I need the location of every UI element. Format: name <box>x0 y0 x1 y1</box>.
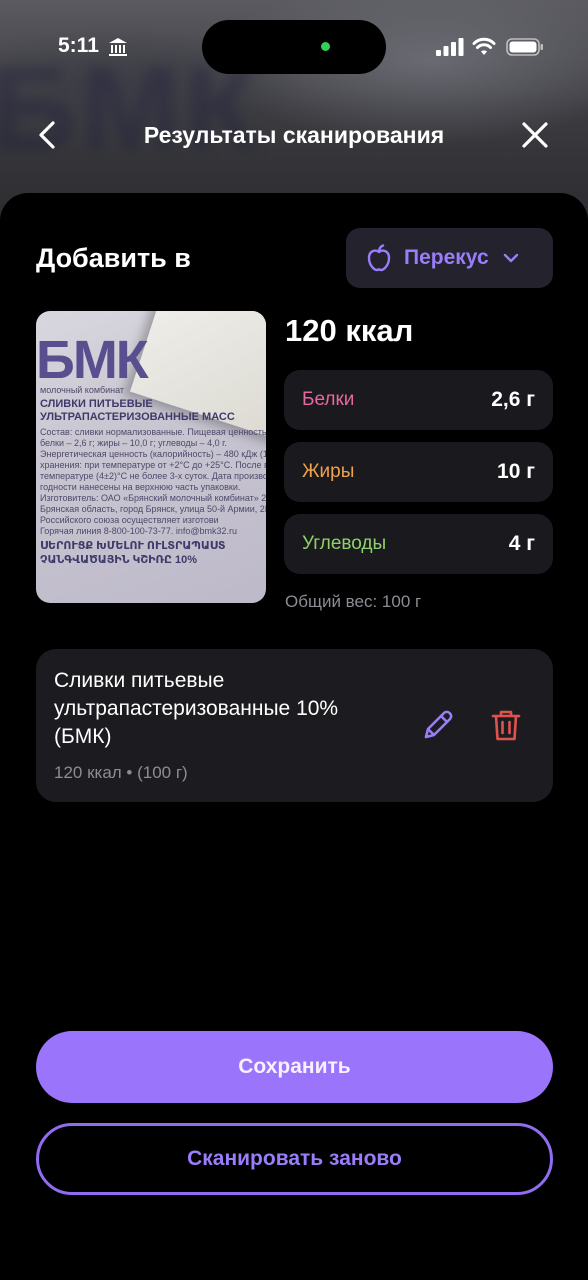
bank-icon <box>109 38 127 56</box>
product-photo: БМК молочный комбинат СЛИВКИ ПИТЬЕВЫЕ УЛ… <box>36 311 266 603</box>
pencil-icon[interactable] <box>420 707 456 743</box>
macro-name: Белки <box>302 389 355 410</box>
package-text: белки – 2,6 г; жиры – 10,0 г; углеводы –… <box>40 438 227 448</box>
total-weight: Общий вес: 100 г <box>285 592 422 611</box>
package-text: Изготовитель: ОАО «Брянский молочный ком… <box>40 493 266 503</box>
meal-type-dropdown[interactable]: Перекус <box>346 228 553 288</box>
camera-indicator-dot <box>321 42 330 51</box>
package-text: Горячая линия 8-800-100-73-77. info@bmk3… <box>40 526 237 536</box>
macro-protein: Белки 2,6 г <box>284 370 553 430</box>
package-fold <box>130 311 266 445</box>
battery-icon <box>506 38 543 56</box>
page-title: Результаты сканирования <box>143 122 445 148</box>
save-button[interactable]: Сохранить <box>36 1031 553 1103</box>
macro-value: 2,6 г <box>491 388 535 411</box>
product-name: Сливки питьевые ультрапастеризованные 10… <box>54 669 339 748</box>
product-card: Сливки питьевые ультрапастеризованные 10… <box>36 649 553 802</box>
close-button[interactable] <box>516 118 554 152</box>
status-bar: 5:11 <box>0 0 588 94</box>
wifi-icon <box>472 37 496 55</box>
macro-name: Жиры <box>302 461 355 482</box>
package-text: СЛИВКИ ПИТЬЕВЫЕ <box>40 398 153 410</box>
package-text: УЛЬТРАПАСТЕРИЗОВАННЫЕ МАСС <box>40 411 235 423</box>
package-text: Состав: сливки нормализованные. Пищевая … <box>40 427 266 437</box>
macro-carbs: Углеводы 4 г <box>284 514 553 574</box>
macro-name: Углеводы <box>302 533 387 554</box>
package-logo: БМК <box>36 330 149 390</box>
header: Результаты сканирования <box>0 100 588 170</box>
status-time: 5:11 <box>58 34 99 57</box>
calories-value: 120 ккал <box>285 313 414 348</box>
macro-value: 4 г <box>508 532 535 555</box>
dynamic-island <box>202 20 386 74</box>
macro-fat: Жиры 10 г <box>284 442 553 502</box>
package-text: годности нанесены на верхнюю часть упако… <box>40 482 241 492</box>
add-to-label: Добавить в <box>36 243 191 273</box>
apple-icon <box>367 244 391 272</box>
meal-type-label: Перекус <box>404 246 489 269</box>
trash-icon[interactable] <box>488 707 524 743</box>
package-text: температуре (4±2)°C не более 3-х суток. … <box>40 471 266 481</box>
package-text: хранения: при температуре от +2°C до +25… <box>40 460 266 470</box>
close-icon <box>522 122 548 148</box>
product-summary: 120 ккал • (100 г) <box>54 763 188 782</box>
rescan-button[interactable]: Сканировать заново <box>36 1123 553 1195</box>
package-text: Российского союза осуществляет изготови <box>40 515 219 525</box>
cellular-signal-icon <box>436 38 464 56</box>
package-text: ՍԵՐՈՒՑՔ ԽՄԵԼՈՒ ՈՒԼՏՐԱՊԱՍՏ <box>40 540 226 552</box>
package-text: Энергетическая ценность (калорийность) –… <box>40 449 266 459</box>
package-text: Брянская область, город Брянск, улица 50… <box>40 504 266 514</box>
package-text: ՉԱՆԳՎԱԾԱՅԻՆ ԿՇԻՌԸ 10% <box>40 554 198 566</box>
package-text: молочный комбинат <box>40 385 125 395</box>
macro-value: 10 г <box>497 460 535 483</box>
chevron-down-icon <box>503 253 518 263</box>
results-sheet: Добавить в Перекус БМК молочный комбинат… <box>0 193 588 1280</box>
